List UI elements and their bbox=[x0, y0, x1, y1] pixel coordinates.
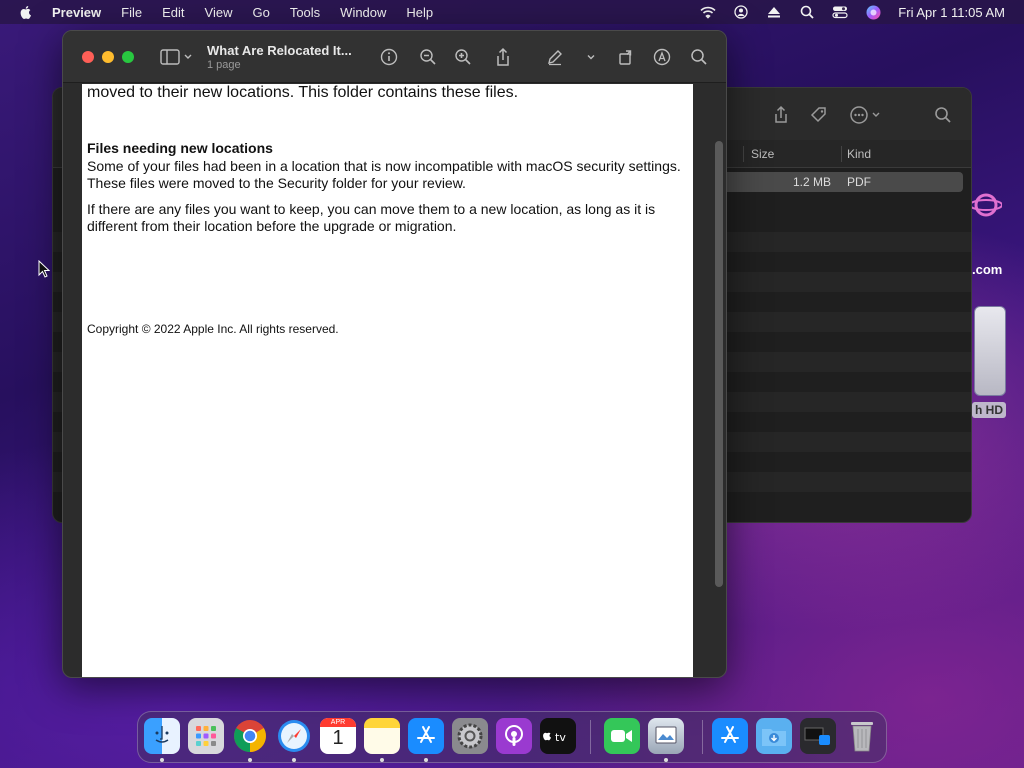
zoom-in-icon[interactable] bbox=[453, 47, 473, 67]
menu-bar: Preview File Edit View Go Tools Window H… bbox=[0, 0, 1024, 24]
annotate-icon[interactable] bbox=[652, 47, 672, 67]
menu-go[interactable]: Go bbox=[252, 5, 269, 20]
recent-windows-icon[interactable] bbox=[800, 718, 836, 754]
control-center-icon[interactable] bbox=[832, 4, 848, 20]
preview-app-icon[interactable] bbox=[648, 718, 684, 754]
eject-icon[interactable] bbox=[766, 4, 782, 20]
dock: APR 1 tv bbox=[137, 711, 887, 763]
vertical-scrollbar[interactable] bbox=[715, 141, 723, 587]
document-title: What Are Relocated It... bbox=[207, 43, 352, 58]
search-icon[interactable] bbox=[689, 47, 709, 67]
column-kind[interactable]: Kind bbox=[847, 147, 871, 161]
info-icon[interactable] bbox=[379, 47, 399, 67]
running-indicator bbox=[380, 758, 384, 762]
menu-app-preview[interactable]: Preview bbox=[52, 5, 101, 20]
facetime-icon[interactable] bbox=[604, 718, 640, 754]
document-paragraph-1: Some of your files had been in a locatio… bbox=[87, 158, 681, 191]
calendar-icon[interactable]: APR 1 bbox=[320, 718, 356, 754]
applications-folder-icon[interactable] bbox=[712, 718, 748, 754]
dock-separator bbox=[590, 720, 591, 754]
mouse-cursor-icon bbox=[38, 260, 50, 278]
sidebar-toggle-icon[interactable] bbox=[159, 47, 195, 67]
menu-help[interactable]: Help bbox=[406, 5, 433, 20]
wifi-icon[interactable] bbox=[700, 4, 716, 20]
finder-search-icon[interactable] bbox=[933, 105, 953, 125]
close-button[interactable] bbox=[82, 51, 94, 63]
dock-separator bbox=[702, 720, 703, 754]
downloads-folder-icon[interactable] bbox=[756, 718, 792, 754]
more-actions-icon[interactable] bbox=[849, 105, 885, 125]
menu-clock[interactable]: Fri Apr 1 11:05 AM bbox=[898, 5, 1005, 20]
document-lead-text: moved to their new locations. This folde… bbox=[87, 84, 519, 101]
minimize-button[interactable] bbox=[102, 51, 114, 63]
markup-pen-icon[interactable] bbox=[545, 47, 565, 67]
notes-icon[interactable] bbox=[364, 718, 400, 754]
column-size[interactable]: Size bbox=[751, 147, 774, 161]
document-paragraph-2: If there are any files you want to keep,… bbox=[87, 201, 656, 234]
launchpad-icon[interactable] bbox=[188, 718, 224, 754]
preview-window: What Are Relocated It... 1 page moved to… bbox=[62, 30, 727, 678]
menu-tools[interactable]: Tools bbox=[290, 5, 320, 20]
document-heading: Files needing new locations bbox=[87, 140, 273, 156]
document-copyright: Copyright © 2022 Apple Inc. All rights r… bbox=[87, 322, 339, 336]
safari-icon[interactable] bbox=[276, 718, 312, 754]
file-size: 1.2 MB bbox=[793, 175, 832, 189]
zoom-button[interactable] bbox=[122, 51, 134, 63]
spotlight-search-icon[interactable] bbox=[799, 4, 815, 20]
running-indicator bbox=[248, 758, 252, 762]
apple-tv-icon[interactable]: tv bbox=[540, 718, 576, 754]
running-indicator bbox=[160, 758, 164, 762]
document-page: moved to their new locations. This folde… bbox=[82, 84, 693, 677]
share-icon[interactable] bbox=[771, 105, 791, 125]
siri-icon[interactable] bbox=[865, 4, 881, 20]
menu-window[interactable]: Window bbox=[340, 5, 386, 20]
desktop-label-partial: .com bbox=[972, 262, 1003, 277]
share-icon[interactable] bbox=[493, 47, 513, 67]
file-kind: PDF bbox=[847, 175, 871, 189]
podcasts-icon[interactable] bbox=[496, 718, 532, 754]
zoom-out-icon[interactable] bbox=[418, 47, 438, 67]
hard-drive-label: h HD bbox=[972, 402, 1006, 418]
desktop-app-icon[interactable] bbox=[972, 175, 1002, 245]
hard-drive-icon[interactable] bbox=[974, 306, 1006, 396]
preview-toolbar: What Are Relocated It... 1 page bbox=[63, 31, 726, 83]
calendar-day: 1 bbox=[332, 727, 344, 749]
calendar-month: APR bbox=[320, 718, 356, 727]
running-indicator bbox=[424, 758, 428, 762]
running-indicator bbox=[292, 758, 296, 762]
finder-icon[interactable] bbox=[144, 718, 180, 754]
rotate-icon[interactable] bbox=[616, 47, 636, 67]
chevron-down-icon[interactable] bbox=[581, 47, 601, 67]
menu-view[interactable]: View bbox=[205, 5, 233, 20]
menu-file[interactable]: File bbox=[121, 5, 142, 20]
trash-icon[interactable] bbox=[844, 718, 880, 754]
file-row[interactable]: 1.2 MB PDF bbox=[713, 172, 963, 192]
app-store-icon[interactable] bbox=[408, 718, 444, 754]
apple-menu-icon[interactable] bbox=[18, 4, 34, 20]
status-area: Fri Apr 1 11:05 AM bbox=[700, 0, 1024, 24]
tag-icon[interactable] bbox=[809, 105, 829, 125]
user-account-icon[interactable] bbox=[733, 4, 749, 20]
menu-edit[interactable]: Edit bbox=[162, 5, 184, 20]
page-count: 1 page bbox=[207, 59, 241, 71]
system-preferences-icon[interactable] bbox=[452, 718, 488, 754]
chrome-icon[interactable] bbox=[232, 718, 268, 754]
running-indicator bbox=[664, 758, 668, 762]
svg-text:tv: tv bbox=[555, 731, 566, 744]
